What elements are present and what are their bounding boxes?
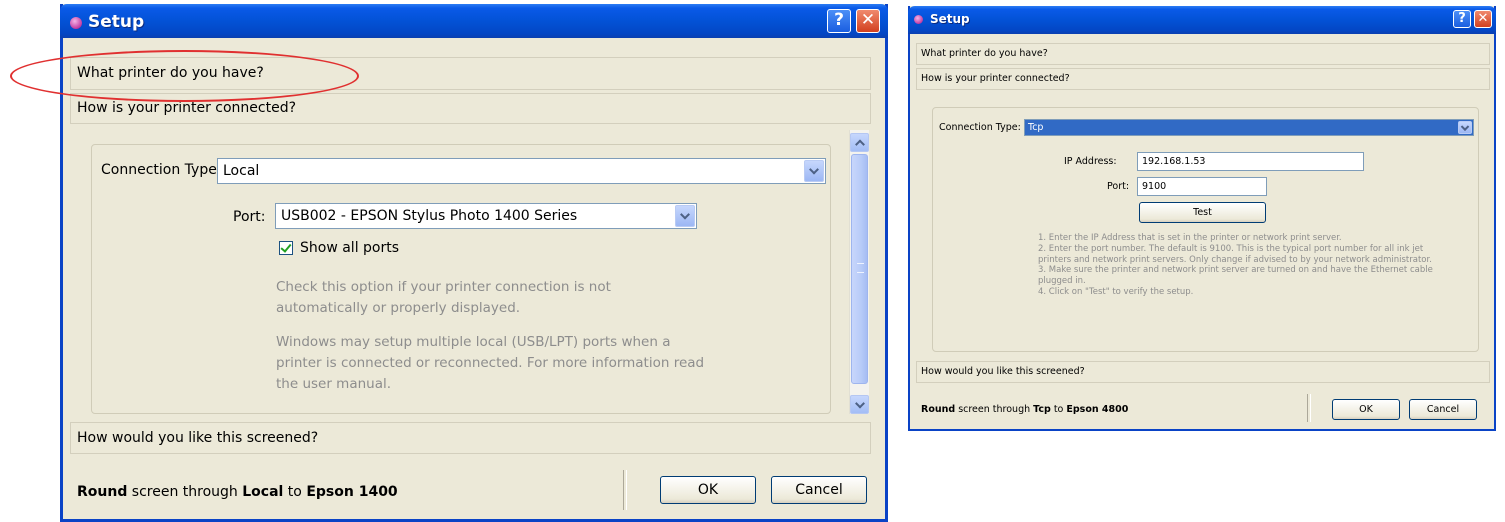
port-value: USB002 - EPSON Stylus Photo 1400 Series xyxy=(281,208,578,224)
connection-type-value: Local xyxy=(223,163,260,179)
connection-panel xyxy=(932,107,1479,352)
help-text-detect: Check this option if your printer connec… xyxy=(276,279,611,316)
help-button[interactable]: ? xyxy=(827,9,851,33)
port-input-value: 9100 xyxy=(1142,181,1167,192)
summary-to: to xyxy=(1050,404,1067,415)
instruction-item: 2. Enter the port number. The default is… xyxy=(1038,243,1432,265)
section-connection-label: How is your printer connected? xyxy=(77,100,297,116)
summary-screen: Round xyxy=(77,484,128,500)
close-button[interactable]: ✕ xyxy=(1474,10,1492,28)
footer-divider xyxy=(623,470,627,510)
window-title: Setup xyxy=(930,12,970,26)
instruction-item: 1. Enter the IP Address that is set in t… xyxy=(1038,233,1342,243)
summary-connection: Local xyxy=(242,484,284,500)
ip-address-value: 192.168.1.53 xyxy=(1142,156,1206,167)
show-all-ports-label[interactable]: Show all ports xyxy=(300,240,399,256)
scroll-down-icon[interactable] xyxy=(850,395,869,414)
footer-divider xyxy=(1307,394,1311,422)
show-all-ports-checkbox[interactable] xyxy=(279,241,293,255)
close-button[interactable]: ✕ xyxy=(856,9,880,33)
section-connection-label: How is your printer connected? xyxy=(921,73,1070,84)
port-select[interactable]: USB002 - EPSON Stylus Photo 1400 Series xyxy=(275,203,697,229)
ip-address-input[interactable]: 192.168.1.53 xyxy=(1137,152,1364,171)
chevron-down-icon[interactable] xyxy=(675,205,695,227)
connection-type-select[interactable]: Local xyxy=(217,158,826,184)
app-icon xyxy=(70,17,82,29)
instruction-item: 3. Make sure the printer and network pri… xyxy=(1038,265,1433,287)
setup-window-left: Setup ? ✕ What printer do you have? How … xyxy=(10,4,888,522)
test-button[interactable]: Test xyxy=(1139,202,1266,223)
connection-type-label: Connection Type: xyxy=(101,162,222,178)
grip-icon xyxy=(857,263,864,273)
instruction-item: 4. Click on "Test" to verify the setup. xyxy=(1038,286,1194,297)
title-bar[interactable]: Setup ? ✕ xyxy=(60,4,888,38)
connection-type-value: Tcp xyxy=(1028,122,1044,133)
summary-printer: Epson 4800 xyxy=(1066,404,1129,415)
window-title: Setup xyxy=(88,12,145,32)
section-screened-label: How would you like this screened? xyxy=(921,366,1085,377)
port-label: Port: xyxy=(1107,181,1130,192)
vertical-scrollbar[interactable] xyxy=(849,130,869,414)
port-input[interactable]: 9100 xyxy=(1137,177,1267,196)
cancel-button[interactable]: Cancel xyxy=(771,476,867,504)
scroll-up-icon[interactable] xyxy=(850,133,869,152)
help-text-windows: Windows may setup multiple local (USB/LP… xyxy=(276,334,705,392)
cancel-button[interactable]: Cancel xyxy=(1409,399,1477,420)
connection-type-label: Connection Type: xyxy=(939,122,1021,133)
summary-text: Round screen through Tcp to Epson 4800 xyxy=(921,404,1128,415)
summary-through: screen through xyxy=(127,484,243,500)
chevron-down-icon[interactable] xyxy=(1458,121,1472,134)
summary-connection: Tcp xyxy=(1033,404,1051,415)
annotation-ellipse xyxy=(10,50,359,102)
scroll-thumb[interactable] xyxy=(851,154,868,384)
port-label: Port: xyxy=(233,209,266,225)
app-icon xyxy=(914,15,923,24)
section-screened-label: How would you like this screened? xyxy=(77,430,319,446)
chevron-down-icon[interactable] xyxy=(804,160,824,182)
ok-button[interactable]: OK xyxy=(1332,399,1400,420)
checkmark-icon xyxy=(280,241,292,253)
summary-screen: Round xyxy=(921,404,956,415)
summary-printer: Epson 1400 xyxy=(306,484,398,500)
ip-address-label: IP Address: xyxy=(1064,156,1117,167)
setup-window-right: Setup ? ✕ What printer do you have? How … xyxy=(908,6,1496,431)
summary-through: screen through xyxy=(955,404,1034,415)
summary-text: Round screen through Local to Epson 1400 xyxy=(77,484,398,500)
connection-type-select[interactable]: Tcp xyxy=(1024,119,1474,136)
ok-button[interactable]: OK xyxy=(660,476,756,504)
instructions-list: 1. Enter the IP Address that is set in t… xyxy=(1038,233,1458,298)
summary-to: to xyxy=(283,484,307,500)
help-button[interactable]: ? xyxy=(1453,10,1471,28)
section-printer-label: What printer do you have? xyxy=(921,48,1048,59)
title-bar[interactable]: Setup ? ✕ xyxy=(908,6,1496,34)
